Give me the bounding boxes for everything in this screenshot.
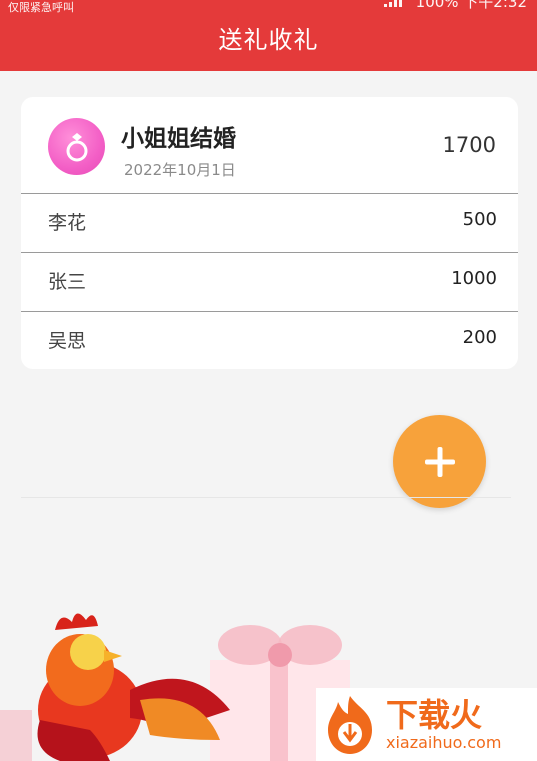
divider [21,497,511,498]
status-bar-right: 100% 下午2:32 [383,0,527,11]
watermark-title: 下载火 [386,695,483,734]
list-item[interactable]: 李花 500 [21,193,518,251]
event-header[interactable]: 小姐姐结婚 2022年10月1日 1700 [21,97,518,193]
entry-amount: 1000 [451,268,497,289]
entry-name: 吴思 [48,330,87,352]
status-bar-carrier: 仅限紧急呼叫 [8,1,74,14]
signal-icon [383,0,408,7]
app-header: 仅限紧急呼叫 100% 下午2:32 送礼收礼 [0,0,537,71]
list-item[interactable]: 吴思 200 [21,311,518,369]
entry-amount: 500 [462,209,497,230]
entry-name: 张三 [48,271,87,293]
page-title: 送礼收礼 [218,26,319,54]
flame-icon [328,695,372,754]
event-title: 小姐姐结婚 [121,126,236,152]
status-bar-time: 100% 下午2:32 [415,0,527,11]
event-date: 2022年10月1日 [124,161,236,179]
watermark-logo: 下载火 xiazaihuo.com [316,688,537,761]
event-total: 1700 [442,133,496,157]
plus-icon [424,446,455,477]
entry-amount: 200 [462,327,497,348]
add-button[interactable] [393,415,486,508]
entry-name: 李花 [48,212,87,234]
list-item[interactable]: 张三 1000 [21,252,518,310]
event-card[interactable]: 小姐姐结婚 2022年10月1日 1700 李花 500 张三 1000 吴思 … [21,97,518,369]
watermark-url: xiazaihuo.com [386,732,502,752]
ring-icon [48,118,105,175]
